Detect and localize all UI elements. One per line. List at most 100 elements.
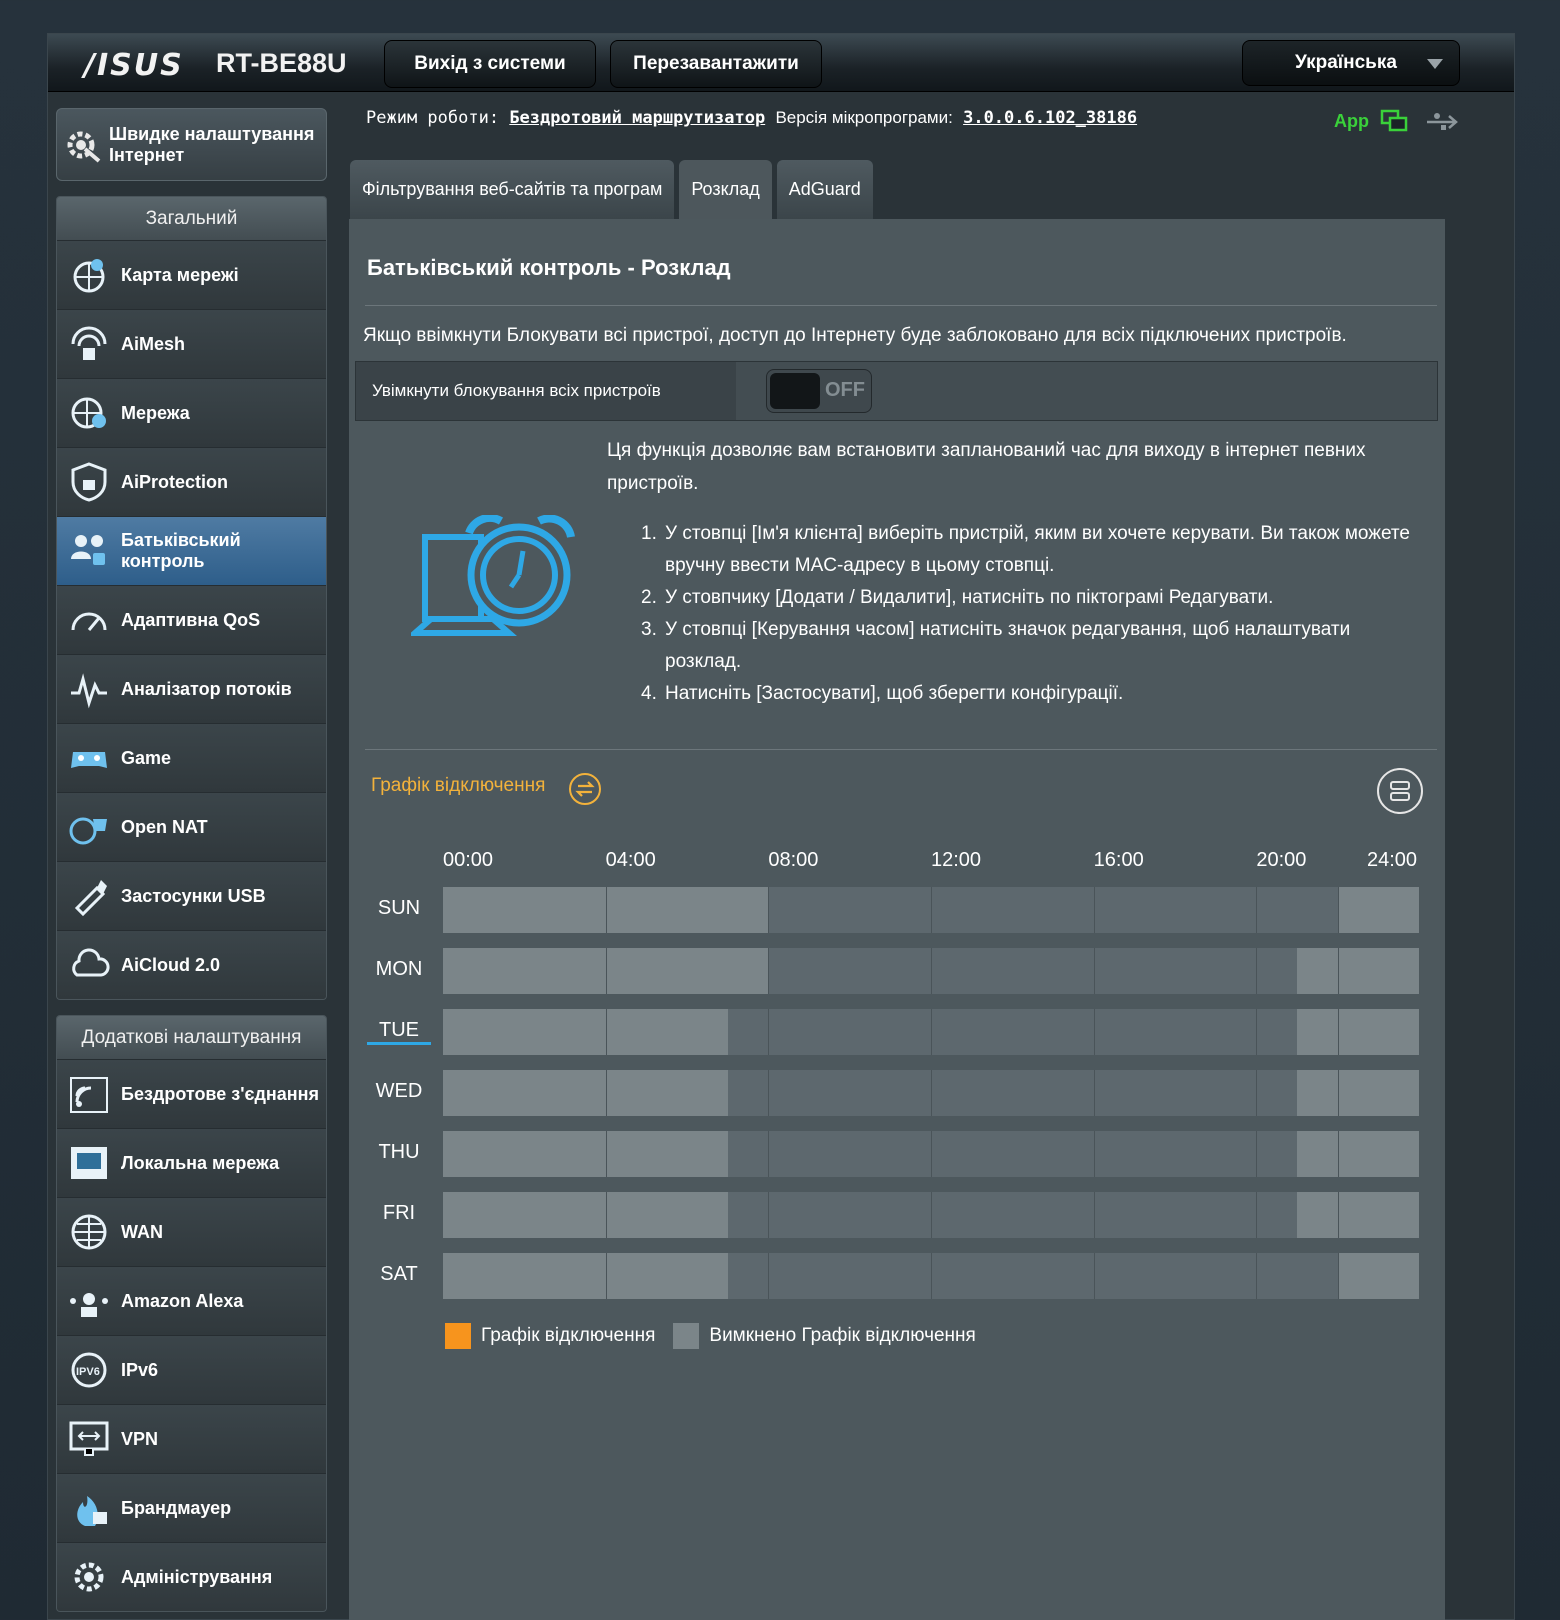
- schedule-block[interactable]: [443, 1192, 728, 1238]
- grid-line: [1256, 948, 1258, 994]
- tab-web-app-filter[interactable]: Фільтрування веб-сайтів та програм: [350, 160, 675, 219]
- schedule-row-fri[interactable]: [443, 1192, 1419, 1238]
- sidebar-item-game[interactable]: Game: [57, 723, 326, 792]
- mode-link[interactable]: Бездротовий маршрутизатор: [509, 108, 765, 128]
- sidebar-item-aimesh[interactable]: AiMesh: [57, 309, 326, 378]
- day-label-wed[interactable]: WED: [367, 1080, 431, 1103]
- schedule-row-sun[interactable]: [443, 887, 1419, 933]
- sidebar-item-label: Аналізатор потоків: [121, 678, 292, 699]
- schedule-switch-icon[interactable]: [569, 773, 601, 805]
- schedule-row-thu[interactable]: [443, 1131, 1419, 1177]
- day-label-sat[interactable]: SAT: [367, 1263, 431, 1286]
- grid-line: [1093, 887, 1095, 933]
- sidebar-item-traffic-analyzer[interactable]: Аналізатор потоків: [57, 654, 326, 723]
- model-name: RT-BE88U: [216, 48, 347, 78]
- list-view-icon[interactable]: [1377, 768, 1423, 814]
- sidebar-item-network[interactable]: Мережа: [57, 378, 326, 447]
- sidebar-item-label: Карта мережі: [121, 264, 239, 285]
- sidebar-item-wireless[interactable]: Бездротове з'єднання: [57, 1059, 326, 1128]
- aicloud-icon: [63, 939, 115, 991]
- grid-line: [931, 1070, 932, 1116]
- network-icon: [63, 387, 115, 439]
- advanced-heading: Додаткові налаштування: [57, 1016, 326, 1059]
- schedule-block[interactable]: [1297, 1009, 1419, 1055]
- day-label-tue[interactable]: TUE: [367, 1019, 431, 1045]
- grid-line: [768, 948, 770, 994]
- schedule-block[interactable]: [1337, 1253, 1419, 1299]
- grid-line: [605, 1009, 607, 1055]
- schedule-block[interactable]: [1297, 1070, 1419, 1116]
- sidebar-item-administration[interactable]: Адміністрування: [57, 1542, 326, 1611]
- day-label-mon[interactable]: MON: [367, 958, 431, 981]
- connected-devices-icon: [1380, 109, 1408, 132]
- block-all-toggle[interactable]: OFF: [766, 369, 872, 413]
- aiprotection-icon: [63, 456, 115, 508]
- grid-line: [768, 1192, 770, 1238]
- sidebar-item-qos[interactable]: Адаптивна QoS: [57, 585, 326, 654]
- page-title: Батьківський контроль - Розклад: [367, 255, 731, 280]
- schedule-block[interactable]: [443, 1009, 728, 1055]
- schedule-block[interactable]: [443, 1070, 728, 1116]
- block-all-label: Увімкнути блокування всіх пристроїв: [356, 362, 736, 420]
- sidebar-item-label: IPv6: [121, 1359, 159, 1380]
- schedule-block[interactable]: [1297, 948, 1419, 994]
- schedule-block[interactable]: [1297, 1192, 1419, 1238]
- grid-line: [1256, 887, 1258, 933]
- tab-schedule[interactable]: Розклад: [679, 160, 772, 219]
- administration-icon: [63, 1551, 115, 1603]
- step-text: У стовпці [Керування часом] натисніть зн…: [665, 619, 1351, 672]
- schedule-title: Графік відключення: [371, 775, 546, 796]
- sidebar-item-label: Бездротове з'єднання: [121, 1083, 319, 1104]
- instruction-step: 4. Натисніть [Застосувати], щоб зберегти …: [641, 678, 1411, 710]
- tab-adguard[interactable]: AdGuard: [776, 160, 873, 219]
- day-label-sun[interactable]: SUN: [367, 897, 431, 920]
- sidebar-item-aiprotection[interactable]: AiProtection: [57, 447, 326, 516]
- grid-line: [605, 948, 607, 994]
- fw-link[interactable]: 3.0.0.6.102_38186: [963, 108, 1137, 128]
- sidebar-item-ipv6[interactable]: IPV6 IPv6: [57, 1335, 326, 1404]
- sidebar-item-wan[interactable]: WAN: [57, 1197, 326, 1266]
- lan-icon: [63, 1137, 115, 1189]
- grid-line: [605, 1253, 607, 1299]
- sidebar-item-aicloud[interactable]: AiCloud 2.0: [57, 930, 326, 999]
- sidebar-item-open-nat[interactable]: Open NAT: [57, 792, 326, 861]
- app-status[interactable]: App: [1334, 109, 1459, 135]
- language-select[interactable]: Українська: [1242, 40, 1460, 86]
- schedule-block[interactable]: [443, 1253, 728, 1299]
- sidebar-item-lan[interactable]: Локальна мережа: [57, 1128, 326, 1197]
- grid-line: [605, 1131, 607, 1177]
- day-label-thu[interactable]: THU: [367, 1141, 431, 1164]
- sidebar-item-firewall[interactable]: Брандмауер: [57, 1473, 326, 1542]
- grid-line: [1093, 1070, 1095, 1116]
- schedule-row-mon[interactable]: [443, 948, 1419, 994]
- logout-button[interactable]: Вихід з системи: [384, 40, 596, 88]
- aimesh-icon: [63, 318, 115, 370]
- sidebar-item-alexa[interactable]: Amazon Alexa: [57, 1266, 326, 1335]
- sidebar-item-label: AiProtection: [121, 471, 229, 492]
- advanced-group: Додаткові налаштування Бездротове з'єдна…: [56, 1015, 327, 1612]
- instruction-step: 1. У стовпці [Ім'я клієнта] виберіть прис…: [641, 518, 1411, 582]
- sidebar-item-usb[interactable]: Застосунки USB: [57, 861, 326, 930]
- vpn-icon: [63, 1413, 115, 1465]
- grid-line: [931, 948, 932, 994]
- schedule-block[interactable]: [1337, 887, 1419, 933]
- schedule-row-sat[interactable]: [443, 1253, 1419, 1299]
- quick-setup-button[interactable]: Швидке налаштування Інтернет: [56, 108, 327, 181]
- legend-swatch: [445, 1323, 471, 1349]
- sidebar-item-network-map[interactable]: Карта мережі: [57, 240, 326, 309]
- schedule-block[interactable]: [1297, 1131, 1419, 1177]
- reboot-button[interactable]: Перезавантажити: [610, 40, 822, 88]
- ipv6-icon: IPV6: [63, 1344, 115, 1396]
- wan-icon: [63, 1206, 115, 1258]
- day-label-fri[interactable]: FRI: [367, 1202, 431, 1225]
- sidebar-item-label: Адаптивна QoS: [121, 609, 261, 630]
- schedule-row-tue[interactable]: [443, 1009, 1419, 1055]
- sidebar-item-parental-control[interactable]: Батьківський контроль: [57, 516, 326, 585]
- sidebar-item-vpn[interactable]: VPN: [57, 1404, 326, 1473]
- grid-line: [1256, 1009, 1258, 1055]
- schedule-row-wed[interactable]: [443, 1070, 1419, 1116]
- legend-swatch: [673, 1323, 700, 1349]
- alexa-icon: [63, 1275, 115, 1327]
- hour-tick-label: 00:00: [443, 849, 494, 871]
- schedule-block[interactable]: [443, 1131, 728, 1177]
